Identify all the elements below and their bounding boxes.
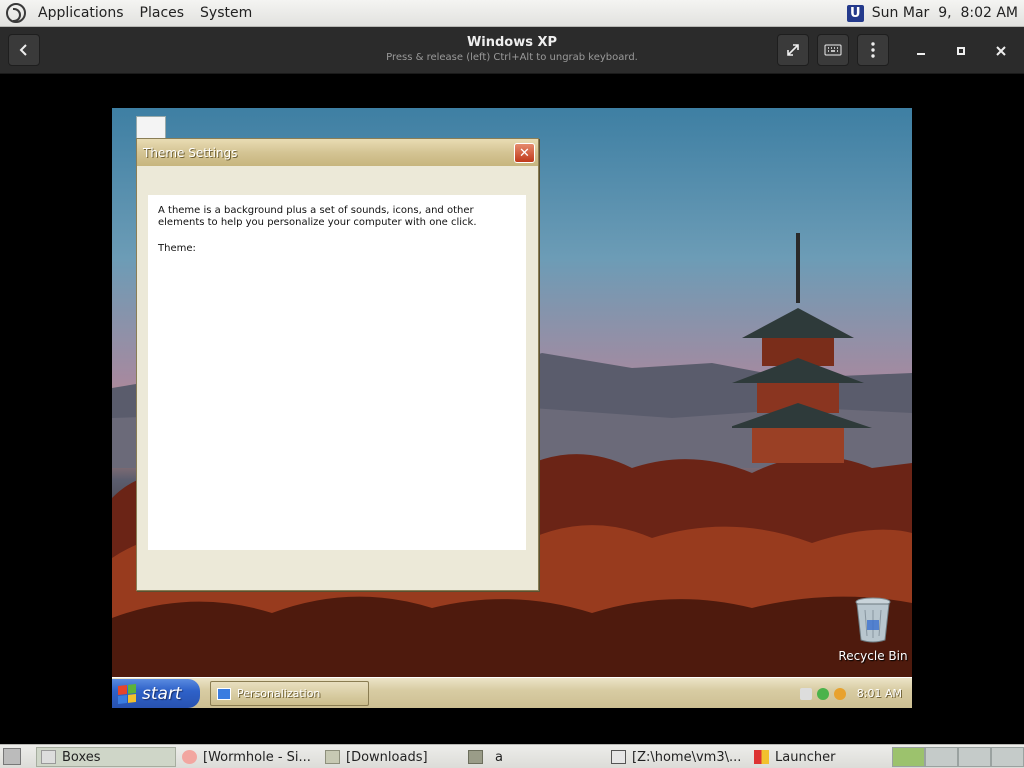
volume-icon[interactable]	[799, 687, 812, 700]
task-label: [Downloads]	[346, 749, 428, 765]
recycle-bin-icon	[855, 597, 891, 643]
system-menu[interactable]: System	[192, 0, 260, 27]
dialog-titlebar[interactable]: Theme Settings	[137, 139, 538, 166]
task-label: [Wormhole - Si...	[203, 749, 311, 765]
applications-menu[interactable]: Applications	[30, 0, 132, 27]
browser-icon	[182, 750, 197, 764]
keyboard-button[interactable]	[817, 34, 849, 66]
workspace-3[interactable]	[958, 747, 991, 767]
top-panel: Applications Places System U Sun Mar 9, …	[0, 0, 1024, 27]
recycle-bin[interactable]: Recycle Bin	[838, 596, 908, 663]
maximize-icon	[957, 47, 965, 55]
xp-taskbar: start Personalization 8:01 AM	[112, 677, 912, 708]
taskbar-item-z-home[interactable]: [Z:\home\vm3\...	[607, 747, 747, 767]
xp-clock[interactable]: 8:01 AM	[857, 687, 902, 700]
folder-icon	[325, 750, 340, 764]
taskbar-item-a[interactable]: a	[464, 747, 604, 767]
places-menu[interactable]: Places	[132, 0, 193, 27]
wallpaper-pagoda	[732, 233, 872, 463]
tray-app-icon[interactable]: U	[846, 4, 864, 22]
fullscreen-button[interactable]	[777, 34, 809, 66]
theme-settings-dialog: Theme Settings ✕ A theme is a background…	[136, 138, 539, 591]
boxes-header-bar: Windows XP Press & release (left) Ctrl+A…	[0, 27, 1024, 74]
task-label: Boxes	[62, 749, 101, 765]
keyboard-icon	[824, 44, 842, 56]
fullscreen-icon	[787, 44, 799, 56]
xp-system-tray: 8:01 AM	[787, 678, 912, 708]
close-button[interactable]	[990, 40, 1012, 62]
dialog-title: Theme Settings	[143, 145, 238, 160]
show-desktop-button[interactable]	[3, 748, 21, 765]
folder-icon	[468, 750, 483, 764]
taskbar-item-wormhole[interactable]: [Wormhole - Si...	[178, 747, 318, 767]
recycle-bin-label: Recycle Bin	[838, 649, 908, 663]
launcher-icon	[754, 750, 769, 764]
workspace-4[interactable]	[991, 747, 1024, 767]
boxes-app-icon	[41, 750, 56, 764]
close-icon: ✕	[519, 145, 530, 161]
taskbar-item-downloads[interactable]: [Downloads]	[321, 747, 461, 767]
start-button[interactable]: start	[112, 679, 200, 708]
vm-display[interactable]: Recycle Bin Theme Settings ✕ A theme is …	[112, 108, 912, 708]
task-label: a	[495, 749, 503, 765]
task-label: [Z:\home\vm3\...	[632, 749, 742, 765]
taskbar-button-label: Personalization	[237, 687, 321, 700]
network-icon[interactable]	[816, 687, 829, 700]
workspace-2[interactable]	[925, 747, 958, 767]
panel-clock[interactable]: Sun Mar 9, 8:02 AM	[872, 5, 1018, 21]
dialog-close-button[interactable]: ✕	[514, 143, 535, 163]
task-label: Launcher	[775, 749, 836, 765]
display-properties-icon	[217, 687, 231, 700]
security-alert-icon[interactable]	[833, 687, 846, 700]
close-icon	[996, 46, 1006, 56]
taskbar-item-boxes[interactable]: Boxes	[36, 747, 176, 767]
workspace-1[interactable]	[892, 747, 925, 767]
minimize-icon	[917, 53, 925, 55]
kebab-menu-icon	[871, 42, 875, 58]
wine-app-icon	[611, 750, 626, 764]
distro-logo-icon[interactable]	[6, 3, 26, 23]
theme-label: Theme:	[158, 243, 196, 254]
windows-logo-icon	[118, 683, 136, 704]
bottom-panel: Boxes [Wormhole - Si... [Downloads] a [Z…	[0, 744, 1024, 768]
taskbar-button-personalization[interactable]: Personalization	[210, 681, 369, 706]
dialog-content: A theme is a background plus a set of so…	[148, 195, 526, 550]
minimize-button[interactable]	[910, 40, 932, 62]
taskbar-item-launcher[interactable]: Launcher	[750, 747, 890, 767]
maximize-button[interactable]	[950, 40, 972, 62]
theme-description: A theme is a background plus a set of so…	[158, 205, 477, 228]
start-label: start	[142, 683, 182, 704]
more-menu-button[interactable]	[857, 34, 889, 66]
